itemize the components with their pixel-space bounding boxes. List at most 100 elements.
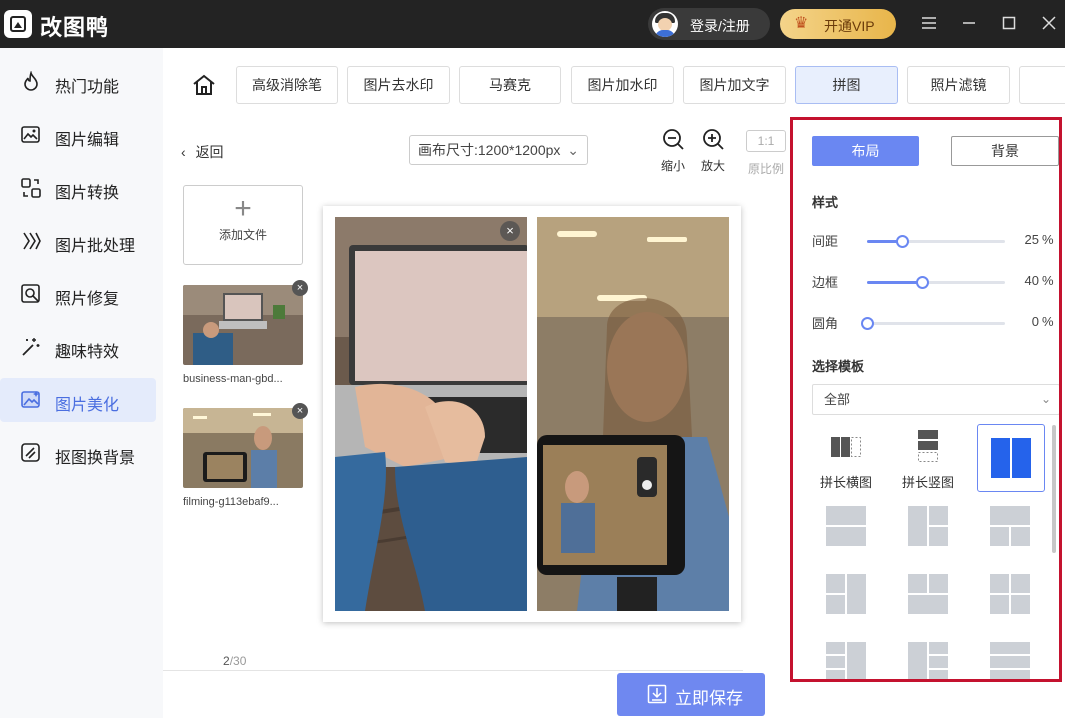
collage-cell[interactable] [335,217,527,611]
tab-background[interactable]: 背景 [951,136,1059,166]
layout-template-tile[interactable] [826,574,866,614]
zoom-out-button[interactable]: 缩小 [656,128,690,174]
collage-canvas[interactable]: × [323,206,741,622]
back-button[interactable]: ‹ 返回 [181,142,224,162]
title-bar: 改图鸭 登录/注册 ♛ 开通VIP [0,0,1065,48]
sidebar-item-label: 图片美化 [55,397,120,414]
layout-template-tile[interactable] [990,574,1030,614]
sidebar-item-label: 抠图换背景 [55,450,136,467]
template-label: 拼长横图 [819,475,872,490]
sidebar-item-label: 图片转换 [55,185,120,202]
minimize-icon[interactable] [957,12,981,36]
maximize-icon[interactable] [997,12,1021,36]
slider-handle[interactable] [896,235,909,248]
sidebar-item-cutout[interactable]: 抠图换背景 [0,431,156,475]
layout-template-tile[interactable] [826,506,866,546]
vip-button[interactable]: ♛ 开通VIP [780,9,896,39]
save-button[interactable]: 立即保存 [617,673,765,716]
horizontal-stitch-icon [831,437,861,457]
login-button[interactable]: 登录/注册 [648,8,770,40]
slider-value: 0 [1031,314,1039,329]
slider-unit: % [1042,314,1054,329]
file-thumbnail[interactable] [183,408,303,488]
template-long-vertical[interactable]: 拼长竖图 [894,425,962,493]
plus-icon: + [234,192,252,225]
slider-unit: % [1042,232,1054,247]
sidebar-item-label: 趣味特效 [55,344,120,361]
sidebar-item-batch[interactable]: 图片批处理 [0,219,156,263]
remove-file-button[interactable]: × [292,403,308,419]
tab-remove-watermark[interactable]: 图片去水印 [347,66,450,104]
collage-cell[interactable] [537,217,729,611]
sidebar-item-beautify[interactable]: 图片美化 [0,378,156,422]
sidebar-item-label: 照片修复 [55,291,120,308]
sidebar: 热门功能 图片编辑 图片转换 图片批处理 照片修复 趣味特效 图片美化 抠图换背… [0,48,163,718]
tab-more[interactable] [1019,66,1065,104]
app-title: 改图鸭 [40,15,110,40]
remove-cell-button[interactable]: × [500,221,520,241]
cutout-icon [21,443,40,462]
sidebar-item-image-edit[interactable]: 图片编辑 [0,113,156,157]
template-filter-select[interactable]: 全部 ⌄ [812,384,1059,415]
sidebar-item-effects[interactable]: 趣味特效 [0,325,156,369]
corner-radius-slider[interactable] [861,317,1005,330]
tab-mosaic[interactable]: 马赛克 [459,66,561,104]
layout-template-tile[interactable] [908,506,948,546]
border-slider-row: 边框 40 % [812,272,1057,292]
slider-handle[interactable] [916,276,929,289]
layout-template-tile[interactable] [826,642,866,682]
sidebar-item-hot[interactable]: 热门功能 [0,60,156,104]
chevron-down-icon: ⌄ [1040,392,1051,406]
laptop-photo-thumbnail [183,285,303,365]
template-two-columns[interactable] [977,424,1045,492]
close-icon[interactable] [1037,12,1061,36]
original-ratio-label: 原比例 [747,162,784,176]
slider-handle[interactable] [861,317,874,330]
tab-advanced-eraser[interactable]: 高级消除笔 [236,66,338,104]
corner-radius-slider-row: 圆角 0 % [812,313,1057,333]
sidebar-item-label: 热门功能 [55,79,120,96]
avatar [652,11,678,37]
panel-scrollbar[interactable] [1052,425,1056,553]
slider-value: 25 [1024,232,1039,247]
zoom-in-button[interactable]: 放大 [696,128,730,174]
chevron-down-icon: ⌄ [567,142,579,158]
layout-settings-panel: 布局 背景 样式 间距 25 % 边框 40 % 圆角 0 % 选择模板 全部 … [790,117,1062,682]
add-file-button[interactable]: + 添加文件 [183,185,303,265]
sidebar-item-convert[interactable]: 图片转换 [0,166,156,210]
file-name: filming-g113ebaf9... [183,496,279,508]
file-count-current: 2 [223,654,230,668]
spacing-slider[interactable] [867,235,1005,248]
magic-wand-icon [22,338,40,356]
slider-unit: % [1042,273,1054,288]
layout-template-tile[interactable] [908,574,948,614]
template-long-horizontal[interactable]: 拼长横图 [812,425,880,493]
slider-label: 圆角 [812,316,839,331]
batch-icon [23,232,41,250]
login-label: 登录/注册 [690,18,750,34]
template-filter-value: 全部 [824,392,851,407]
vertical-stitch-icon [918,430,938,462]
menu-icon[interactable] [917,12,941,36]
file-thumbnail[interactable] [183,285,303,365]
filming-photo [537,217,729,611]
layout-template-tile[interactable] [990,506,1030,546]
tab-photo-filter[interactable]: 照片滤镜 [907,66,1010,104]
fire-icon [24,71,38,91]
border-slider[interactable] [867,276,1005,289]
tab-add-text[interactable]: 图片加文字 [683,66,786,104]
tab-collage[interactable]: 拼图 [795,66,898,104]
layout-template-tile[interactable] [990,642,1030,682]
canvas-size-select[interactable]: 画布尺寸:1200*1200px ⌄ [409,135,588,165]
file-counter: 2/30 [223,654,246,668]
tab-layout[interactable]: 布局 [812,136,919,166]
home-icon[interactable] [191,72,217,98]
canvas-size-label: 画布尺寸:1200*1200px [418,142,561,158]
laptop-photo [335,217,527,611]
sidebar-item-repair[interactable]: 照片修复 [0,272,156,316]
remove-file-button[interactable]: × [292,280,308,296]
tab-add-watermark[interactable]: 图片加水印 [571,66,674,104]
layout-template-tile[interactable] [908,642,948,682]
original-ratio-button[interactable]: 1:1 [746,130,786,152]
spacing-slider-row: 间距 25 % [812,231,1057,251]
